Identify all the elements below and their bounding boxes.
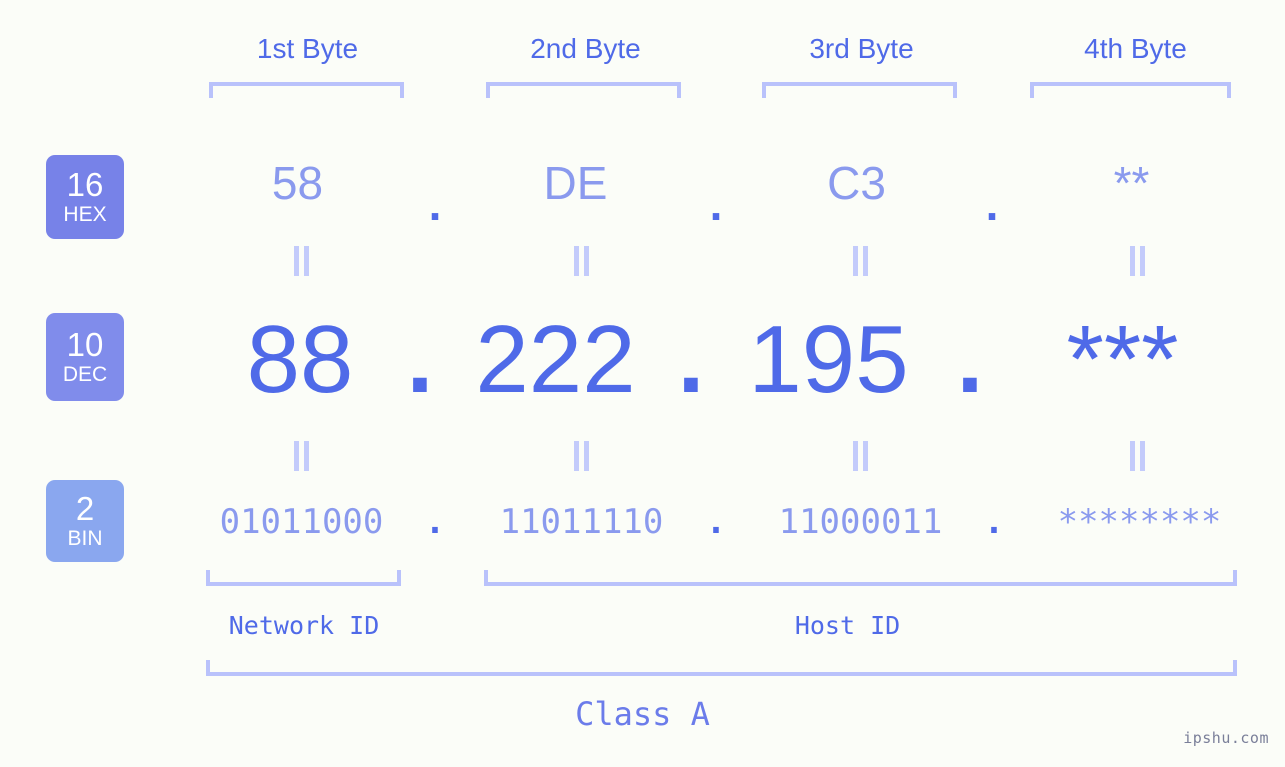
- ip-address-breakdown-diagram: 1st Byte 2nd Byte 3rd Byte 4th Byte 16 H…: [0, 0, 1285, 767]
- equality-marker-hex-dec-2: [570, 246, 592, 276]
- dec-separator-1: .: [406, 306, 434, 413]
- byte-bracket-4: [1030, 82, 1231, 98]
- hex-byte-4: **: [1113, 157, 1150, 209]
- byte-bracket-1: [209, 82, 404, 98]
- class-label: Class A: [575, 695, 710, 733]
- base-badge-dec-system: DEC: [62, 363, 108, 386]
- equality-marker-dec-bin-1: [290, 441, 312, 471]
- byte-header-2: 2nd Byte: [530, 33, 641, 64]
- byte-header-4: 4th Byte: [1084, 33, 1187, 64]
- equality-marker-hex-dec-4: [1126, 246, 1148, 276]
- dec-separator-2: .: [677, 306, 705, 413]
- equality-marker-hex-dec-1: [290, 246, 312, 276]
- equality-marker-dec-bin-3: [849, 441, 871, 471]
- bin-byte-2: 11011110: [499, 502, 664, 542]
- bin-separator-3: .: [983, 502, 1005, 542]
- hex-byte-3: C3: [827, 157, 886, 209]
- byte-header-3: 3rd Byte: [809, 33, 914, 64]
- dec-byte-1: 88: [246, 306, 354, 413]
- site-watermark: ipshu.com: [1183, 729, 1269, 747]
- bin-separator-2: .: [705, 502, 727, 542]
- dec-byte-3: 195: [748, 306, 909, 413]
- base-badge-hex-number: 16: [66, 166, 104, 203]
- bin-byte-1: 01011000: [219, 502, 384, 542]
- equality-marker-hex-dec-3: [849, 246, 871, 276]
- hex-separator-3: .: [985, 178, 999, 230]
- byte-bracket-2: [486, 82, 681, 98]
- byte-header-1: 1st Byte: [256, 33, 359, 64]
- byte-bracket-3: [762, 82, 957, 98]
- bin-byte-4: ********: [1057, 502, 1222, 542]
- network-id-bracket: [206, 570, 401, 586]
- decimal-row: 88 . 222 . 195 . ***: [195, 300, 1255, 420]
- host-id-label: Host ID: [794, 611, 901, 640]
- hex-byte-2: DE: [543, 157, 608, 209]
- base-badge-dec-number: 10: [66, 326, 104, 363]
- base-badge-hex-system: HEX: [63, 203, 107, 226]
- equality-marker-dec-bin-2: [570, 441, 592, 471]
- bin-byte-3: 11000011: [778, 502, 943, 542]
- hex-separator-1: .: [428, 178, 442, 230]
- network-id-label: Network ID: [228, 611, 380, 640]
- hex-byte-1: 58: [271, 157, 324, 209]
- equality-marker-dec-bin-4: [1126, 441, 1148, 471]
- base-badge-hex: 16 HEX: [46, 155, 124, 239]
- hex-separator-2: .: [709, 178, 723, 230]
- dec-byte-2: 222: [475, 306, 636, 413]
- dec-byte-4: ***: [1066, 306, 1179, 413]
- host-id-bracket: [484, 570, 1237, 586]
- binary-row: 01011000 . 11011110 . 11000011 . *******…: [0, 492, 1285, 552]
- base-badge-dec: 10 DEC: [46, 313, 124, 401]
- bin-separator-1: .: [424, 502, 446, 542]
- class-bracket: [206, 660, 1237, 676]
